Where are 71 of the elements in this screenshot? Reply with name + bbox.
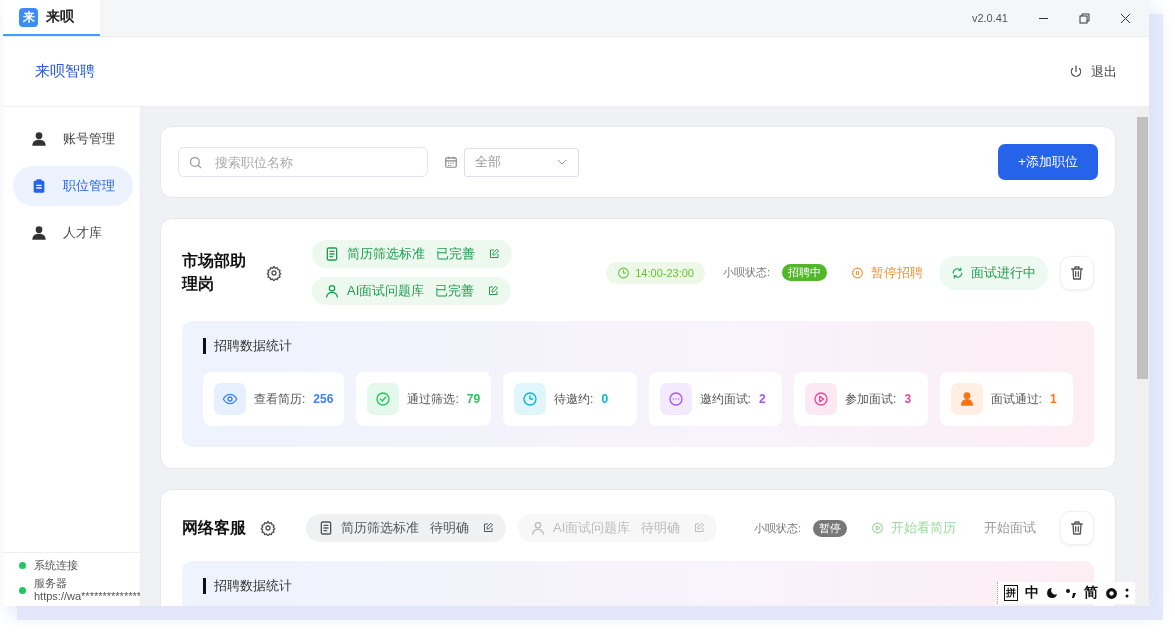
play-icon xyxy=(813,391,830,407)
moon-icon[interactable] xyxy=(1046,587,1058,599)
stat-label: 邀约面试: xyxy=(699,390,751,408)
user-icon xyxy=(31,225,47,241)
sidebar-item[interactable]: 人才库 xyxy=(13,213,133,253)
document-icon xyxy=(324,246,340,262)
play-icon xyxy=(871,520,884,536)
eye-icon xyxy=(222,391,238,407)
stat-label: 通过筛选: xyxy=(407,390,459,408)
ime-language[interactable]: 中 xyxy=(1025,584,1039,602)
person-icon xyxy=(958,391,975,407)
user-icon xyxy=(324,283,340,299)
chat-icon xyxy=(667,391,684,407)
clipboard-icon xyxy=(31,178,47,194)
config-tag[interactable]: AI面试问题库 已完善 xyxy=(312,277,512,305)
search-icon xyxy=(188,155,203,170)
config-tag[interactable]: 简历筛选标准 待明确 xyxy=(306,514,506,542)
clock-icon xyxy=(617,264,631,281)
pause-icon xyxy=(851,264,864,281)
more-icon[interactable] xyxy=(1125,587,1129,599)
close-icon[interactable] xyxy=(1120,12,1131,24)
stats-title: 招聘数据统计 xyxy=(203,338,1073,354)
add-job-button[interactable]: +添加职位 xyxy=(998,144,1098,180)
stat-value: 0 xyxy=(601,392,609,406)
status-label: 系统连接 xyxy=(34,558,78,573)
ime-charset[interactable]: 简 xyxy=(1084,584,1098,602)
stat-value: 1 xyxy=(1049,392,1057,406)
stat-value: 3 xyxy=(904,392,912,406)
trash-icon xyxy=(1069,264,1085,281)
stat-label: 待邀约: xyxy=(554,390,594,408)
bot-status-label: 小呗状态: xyxy=(753,520,801,536)
trash-icon xyxy=(1069,520,1085,536)
server-address: https://wa************** xyxy=(34,590,140,604)
check-icon xyxy=(375,391,392,407)
stat-value: 256 xyxy=(313,392,334,406)
document-icon xyxy=(318,520,334,536)
power-icon xyxy=(1069,64,1083,79)
delete-button[interactable] xyxy=(1060,255,1094,290)
calendar-icon xyxy=(444,155,458,169)
brand-logo: 来呗智聘 xyxy=(35,62,95,81)
stat-value: 79 xyxy=(466,392,481,406)
punctuation-icon[interactable] xyxy=(1065,587,1077,599)
sidebar-item[interactable]: 账号管理 xyxy=(13,119,133,159)
stat-label: 查看简历: xyxy=(254,390,306,408)
status-label: 服务器 xyxy=(34,576,68,591)
app-logo: 来 xyxy=(19,7,38,27)
user-icon xyxy=(530,520,546,536)
config-tag[interactable]: 简历筛选标准 已完善 xyxy=(312,240,512,268)
version-label: v2.0.41 xyxy=(971,12,1008,24)
status-badge: 招聘中 xyxy=(782,264,827,281)
sidebar-item[interactable]: 职位管理 xyxy=(13,166,133,206)
job-title: 网络客服 xyxy=(182,517,246,538)
stat-label: 面试通过: xyxy=(990,390,1042,408)
status-dropdown[interactable]: 全部 xyxy=(464,147,579,177)
stat-value: 2 xyxy=(758,392,766,406)
delete-button[interactable] xyxy=(1060,511,1094,545)
schedule-pill: 14:00-23:00 xyxy=(606,261,705,284)
scrollbar-thumb[interactable] xyxy=(1137,117,1148,379)
app-tab[interactable]: 来 来呗 xyxy=(3,0,100,36)
restore-icon[interactable] xyxy=(1079,12,1090,24)
ime-mode[interactable]: 拼 xyxy=(1004,585,1018,601)
status-badge: 暂停 xyxy=(813,519,847,537)
job-title: 市场部助理岗 xyxy=(182,251,247,294)
stat-label: 参加面试: xyxy=(845,390,897,408)
interview-status-button[interactable]: 面试进行中 xyxy=(939,255,1048,290)
logout-button[interactable]: 退出 xyxy=(1069,62,1117,81)
search-field[interactable]: 搜索职位名称 xyxy=(178,147,428,177)
clock-icon xyxy=(522,391,539,407)
bot-status-label: 小呗状态: xyxy=(722,265,770,280)
user-icon xyxy=(31,131,47,147)
scrollbar[interactable] xyxy=(1136,107,1149,606)
